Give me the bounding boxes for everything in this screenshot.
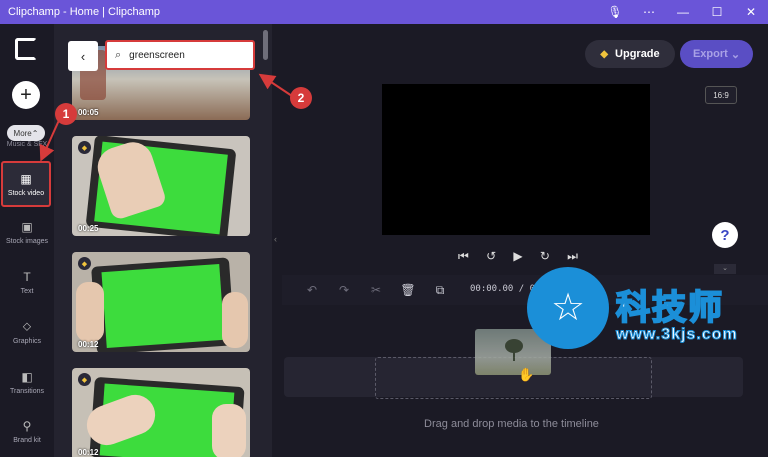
search-icon: ⌕ bbox=[115, 48, 122, 61]
diamond-icon: ◆ bbox=[600, 48, 609, 60]
editor-main: ◆ Upgrade Export ⌄ 16:9 ⏮ ↺ ▶ ↻ ⏭ ? ⌄ ↶ … bbox=[282, 24, 768, 457]
microphone-icon[interactable]: 🎙 bbox=[598, 0, 632, 24]
premium-diamond-icon: ◆ bbox=[78, 141, 91, 154]
hand-shape bbox=[222, 292, 248, 348]
undo-icon[interactable]: ↶ bbox=[296, 283, 328, 297]
rail-item-label: Stock images bbox=[5, 237, 49, 245]
annotation-2: 2 bbox=[290, 87, 312, 109]
premium-diamond-icon: ◆ bbox=[78, 257, 91, 270]
panel-scrollbar[interactable] bbox=[263, 30, 268, 60]
upgrade-button[interactable]: ◆ Upgrade bbox=[585, 40, 675, 68]
delete-icon[interactable]: 🗑 bbox=[392, 283, 424, 297]
timecode: 00:00.00 / 0 bbox=[470, 284, 536, 294]
rail-item-label: Stock video bbox=[7, 189, 45, 197]
forward-5-icon[interactable]: ↻ bbox=[540, 249, 550, 264]
play-icon[interactable]: ▶ bbox=[513, 249, 522, 264]
panel-collapse-handle[interactable]: ‹ bbox=[272, 24, 282, 457]
clipchamp-logo-icon bbox=[15, 38, 37, 60]
redo-icon[interactable]: ↷ bbox=[328, 283, 360, 297]
transitions-icon: ◧ bbox=[21, 369, 33, 384]
film-icon: ▦ bbox=[20, 171, 32, 186]
green-screen bbox=[101, 263, 225, 349]
rewind-5-icon[interactable]: ↺ bbox=[486, 249, 496, 264]
grab-cursor-icon: ✋ bbox=[518, 367, 535, 382]
maximize-button[interactable]: ☐ bbox=[700, 0, 734, 24]
close-button[interactable]: ✕ bbox=[734, 0, 768, 24]
annotation-1: 1 bbox=[55, 103, 77, 125]
playback-controls: ⏮ ↺ ▶ ↻ ⏭ bbox=[458, 249, 578, 264]
rail-item-graphics[interactable]: ⬦ Graphics bbox=[0, 309, 54, 355]
video-thumbnail[interactable]: ◆ 00:25 bbox=[72, 136, 250, 236]
rail-item-stock-images[interactable]: ▣ Stock images bbox=[0, 209, 54, 255]
aspect-ratio-button[interactable]: 16:9 bbox=[705, 86, 737, 104]
clip-trunk bbox=[513, 351, 515, 361]
stock-video-panel: ‹ ⌕ 00:05 ◆ 00:25 ◆ 00:12 ◆ 00:12 bbox=[54, 24, 272, 457]
watermark-url: www.3kjs.com bbox=[616, 326, 738, 344]
left-rail: + More ⌃ Music & SFX ▦ Stock video ▣ Sto… bbox=[0, 24, 54, 457]
chevron-left-icon: ‹ bbox=[274, 234, 277, 244]
watermark-title: 科技师 bbox=[615, 288, 724, 328]
video-thumbnail[interactable]: ◆ 00:12 bbox=[72, 252, 250, 352]
upgrade-label: Upgrade bbox=[615, 48, 660, 60]
rail-item-label: Transitions bbox=[10, 387, 44, 395]
hand-shape bbox=[212, 404, 246, 457]
video-preview bbox=[382, 84, 650, 235]
back-button[interactable]: ‹ bbox=[68, 41, 98, 71]
more-options-icon[interactable]: ⋯ bbox=[632, 0, 666, 24]
text-icon: T bbox=[23, 269, 31, 284]
duration-label: 00:12 bbox=[78, 448, 99, 457]
search-input[interactable] bbox=[129, 49, 240, 61]
duration-label: 00:12 bbox=[78, 340, 99, 349]
music-sfx-label[interactable]: Music & SFX bbox=[3, 141, 51, 148]
image-icon: ▣ bbox=[21, 219, 33, 234]
help-button[interactable]: ? bbox=[712, 222, 738, 248]
export-label: Export bbox=[692, 48, 728, 60]
rail-item-transitions[interactable]: ◧ Transitions bbox=[0, 359, 54, 405]
skip-back-icon[interactable]: ⏮ bbox=[458, 249, 469, 264]
premium-diamond-icon: ◆ bbox=[78, 373, 91, 386]
duration-label: 00:05 bbox=[78, 108, 99, 117]
video-thumbnail[interactable]: ◆ 00:12 bbox=[72, 368, 250, 457]
window-title: Clipchamp - Home | Clipchamp bbox=[8, 6, 161, 18]
rail-item-text[interactable]: T Text bbox=[0, 259, 54, 305]
rail-item-stock-video[interactable]: ▦ Stock video bbox=[1, 161, 51, 207]
duration-label: 00:25 bbox=[78, 224, 99, 233]
rail-item-label: Brand kit bbox=[13, 436, 41, 444]
more-button[interactable]: More ⌃ bbox=[7, 125, 45, 141]
shapes-icon: ⬦ bbox=[22, 319, 32, 333]
chevron-down-icon[interactable]: ⌄ bbox=[714, 264, 736, 274]
hand-shape bbox=[76, 282, 104, 342]
skip-forward-icon[interactable]: ⏭ bbox=[567, 249, 578, 264]
brand-kit-icon: ⚲ bbox=[22, 418, 32, 433]
watermark-star-icon: ☆ bbox=[551, 287, 586, 329]
rail-item-brand-kit[interactable]: ⚲ Brand kit bbox=[0, 408, 54, 454]
export-button[interactable]: Export ⌄ bbox=[680, 40, 753, 68]
search-box[interactable]: ⌕ bbox=[105, 40, 255, 70]
duplicate-icon[interactable]: ⧉ bbox=[424, 283, 456, 298]
minimize-button[interactable]: — bbox=[666, 0, 700, 24]
title-bar: Clipchamp - Home | Clipchamp 🎙 ⋯ — ☐ ✕ bbox=[0, 0, 768, 24]
rail-item-label: Graphics bbox=[12, 338, 41, 345]
cut-icon[interactable]: ✂ bbox=[360, 283, 392, 297]
more-label: More bbox=[13, 128, 32, 138]
rail-item-label: Text bbox=[20, 287, 34, 295]
dropzone-hint: Drag and drop media to the timeline bbox=[424, 418, 599, 430]
add-media-button[interactable]: + bbox=[12, 81, 40, 109]
